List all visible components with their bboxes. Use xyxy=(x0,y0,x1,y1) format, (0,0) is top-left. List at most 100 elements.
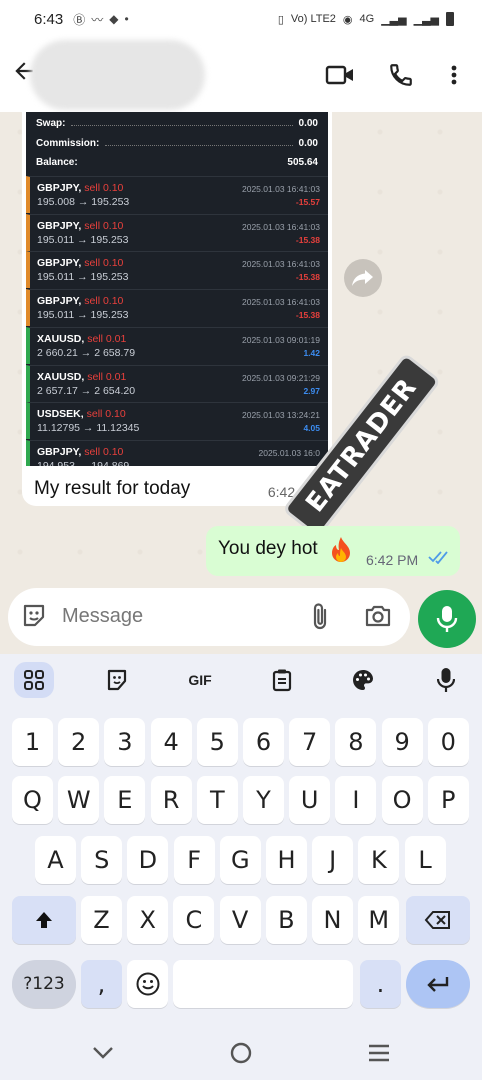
key-c[interactable]: C xyxy=(173,896,215,944)
status-bar: 6:43 Ⓑ 〰 ◆ • ▯ Vo) LTE2 ◉ 4G ▁▃▅ ▁▃▅ xyxy=(0,0,482,38)
enter-arrow-icon xyxy=(427,977,449,992)
trade-screenshot-image[interactable]: Swap: 0.00 Commission: 0.00 Balance: 505.64… xyxy=(26,112,328,466)
emoji-key[interactable] xyxy=(127,960,168,1008)
battery-icon xyxy=(446,12,454,26)
trade-date: 2025.01.03 09:21:29 xyxy=(242,372,320,383)
trade-symbol: GBPJPY, sell 0.10 xyxy=(37,257,124,270)
backspace-key[interactable] xyxy=(406,896,470,944)
keyboard: GIF 1234567890 QWERTYUIOP ASDFGHJKL ZXCVBNM… xyxy=(0,654,482,1080)
trade-profit: 2.97 xyxy=(303,385,320,396)
trade-symbol: GBPJPY, sell 0.10 xyxy=(37,445,124,458)
chevron-down-icon[interactable] xyxy=(88,1040,118,1066)
forward-icon[interactable] xyxy=(344,259,382,297)
read-receipt-icon xyxy=(428,550,450,569)
home-circle-icon[interactable] xyxy=(226,1040,256,1066)
trade-date: 2025.01.03 16:41:03 xyxy=(242,221,320,232)
camera-icon[interactable] xyxy=(364,603,392,634)
key-n[interactable]: N xyxy=(312,896,353,944)
trade-side: sell 0.10 xyxy=(84,295,124,308)
trade-date: 2025.01.03 16:41:03 xyxy=(242,184,320,194)
trade-row: GBPJPY, sell 0.10 195.011 → 195.253 2025.0… xyxy=(26,289,328,327)
key-z[interactable]: Z xyxy=(81,896,122,944)
trade-side: sell 0.01 xyxy=(87,332,127,345)
key-6[interactable]: 6 xyxy=(243,718,284,766)
trade-row: GBPJPY, sell 0.10 195.008 → 195.253 2025.0… xyxy=(26,176,328,213)
recents-icon[interactable] xyxy=(364,1040,394,1066)
key-9[interactable]: 9 xyxy=(381,718,423,766)
more-vert-icon[interactable] xyxy=(437,58,471,92)
paperclip-icon[interactable] xyxy=(308,602,334,637)
signal-icon: ▁▃▅ xyxy=(381,13,407,26)
key-4[interactable]: 4 xyxy=(150,718,192,766)
symbols-key[interactable]: ?123 xyxy=(12,960,76,1008)
trade-row: XAUUSD, sell 0.01 2 657.17 → 2 654.20 2025… xyxy=(26,364,328,402)
gif-button[interactable]: GIF xyxy=(180,662,220,698)
chat-area[interactable]: Swap: 0.00 Commission: 0.00 Balance: 505.64… xyxy=(0,112,482,588)
enter-key[interactable] xyxy=(406,960,470,1008)
key-l[interactable]: L xyxy=(404,836,446,884)
key-b[interactable]: B xyxy=(265,896,307,944)
key-r[interactable]: R xyxy=(150,776,192,824)
contact-blurred[interactable] xyxy=(30,40,205,110)
mic-icon[interactable] xyxy=(426,662,466,698)
period-key[interactable]: . xyxy=(360,960,401,1008)
key-0[interactable]: 0 xyxy=(427,718,469,766)
key-j[interactable]: J xyxy=(312,836,354,884)
video-call-icon[interactable] xyxy=(323,58,357,92)
key-5[interactable]: 5 xyxy=(196,718,238,766)
mic-icon xyxy=(436,606,458,632)
trade-prices: 195.011 → 195.253 xyxy=(37,309,129,322)
trade-profit: -15.38 xyxy=(295,310,320,321)
dot-icon: • xyxy=(124,12,129,26)
space-key[interactable] xyxy=(173,960,353,1008)
key-t[interactable]: T xyxy=(196,776,238,824)
key-d[interactable]: D xyxy=(127,836,169,884)
key-w[interactable]: W xyxy=(58,776,100,824)
trade-symbol: GBPJPY, sell 0.10 xyxy=(37,219,124,232)
key-i[interactable]: I xyxy=(335,776,377,824)
incoming-message[interactable]: Swap: 0.00 Commission: 0.00 Balance: 505.64… xyxy=(22,112,332,506)
key-q[interactable]: Q xyxy=(12,776,53,824)
palette-icon[interactable] xyxy=(343,662,383,698)
sticker-icon[interactable] xyxy=(20,602,48,635)
trade-row: XAUUSD, sell 0.01 2 660.21 → 2 658.79 2025… xyxy=(26,326,328,364)
key-a[interactable]: A xyxy=(35,836,76,884)
comma-key[interactable]: , xyxy=(81,960,122,1008)
key-m[interactable]: M xyxy=(358,896,400,944)
key-7[interactable]: 7 xyxy=(289,718,331,766)
outgoing-message[interactable]: You dey hot 6:42 PM xyxy=(206,526,460,576)
signal-icon: ▁▃▅ xyxy=(413,13,439,26)
apps-grid-icon[interactable] xyxy=(14,662,54,698)
trade-profit: 4.05 xyxy=(303,423,320,434)
sticker-icon[interactable] xyxy=(97,662,137,698)
shift-key[interactable] xyxy=(12,896,76,944)
discord-icon: ◆ xyxy=(109,12,119,26)
key-g[interactable]: G xyxy=(219,836,261,884)
notification-icon: 〰 xyxy=(91,12,104,27)
key-e[interactable]: E xyxy=(104,776,146,824)
key-8[interactable]: 8 xyxy=(335,718,377,766)
key-v[interactable]: V xyxy=(219,896,261,944)
message-input[interactable]: Message xyxy=(62,605,143,628)
key-k[interactable]: K xyxy=(358,836,400,884)
key-x[interactable]: X xyxy=(127,896,169,944)
key-f[interactable]: F xyxy=(173,836,215,884)
trade-row: GBPJPY, sell 0.10 195.011 → 195.253 2025.0… xyxy=(26,251,328,289)
message-composer[interactable]: Message xyxy=(8,588,410,646)
clipboard-icon[interactable] xyxy=(262,662,302,698)
trade-symbol: GBPJPY, sell 0.10 xyxy=(37,182,124,194)
key-o[interactable]: O xyxy=(381,776,423,824)
voice-record-button[interactable] xyxy=(418,590,476,648)
key-u[interactable]: U xyxy=(289,776,331,824)
key-3[interactable]: 3 xyxy=(104,718,146,766)
key-s[interactable]: S xyxy=(81,836,123,884)
key-p[interactable]: P xyxy=(427,776,469,824)
trade-profit: -15.57 xyxy=(295,197,320,207)
key-y[interactable]: Y xyxy=(243,776,284,824)
trade-date: 2025.01.03 16:41:03 xyxy=(242,297,320,308)
phone-icon[interactable] xyxy=(384,58,418,92)
key-h[interactable]: H xyxy=(266,836,307,884)
key-2[interactable]: 2 xyxy=(58,718,100,766)
key-1[interactable]: 1 xyxy=(12,718,53,766)
trade-date: 2025.01.03 16:41:03 xyxy=(242,259,320,270)
